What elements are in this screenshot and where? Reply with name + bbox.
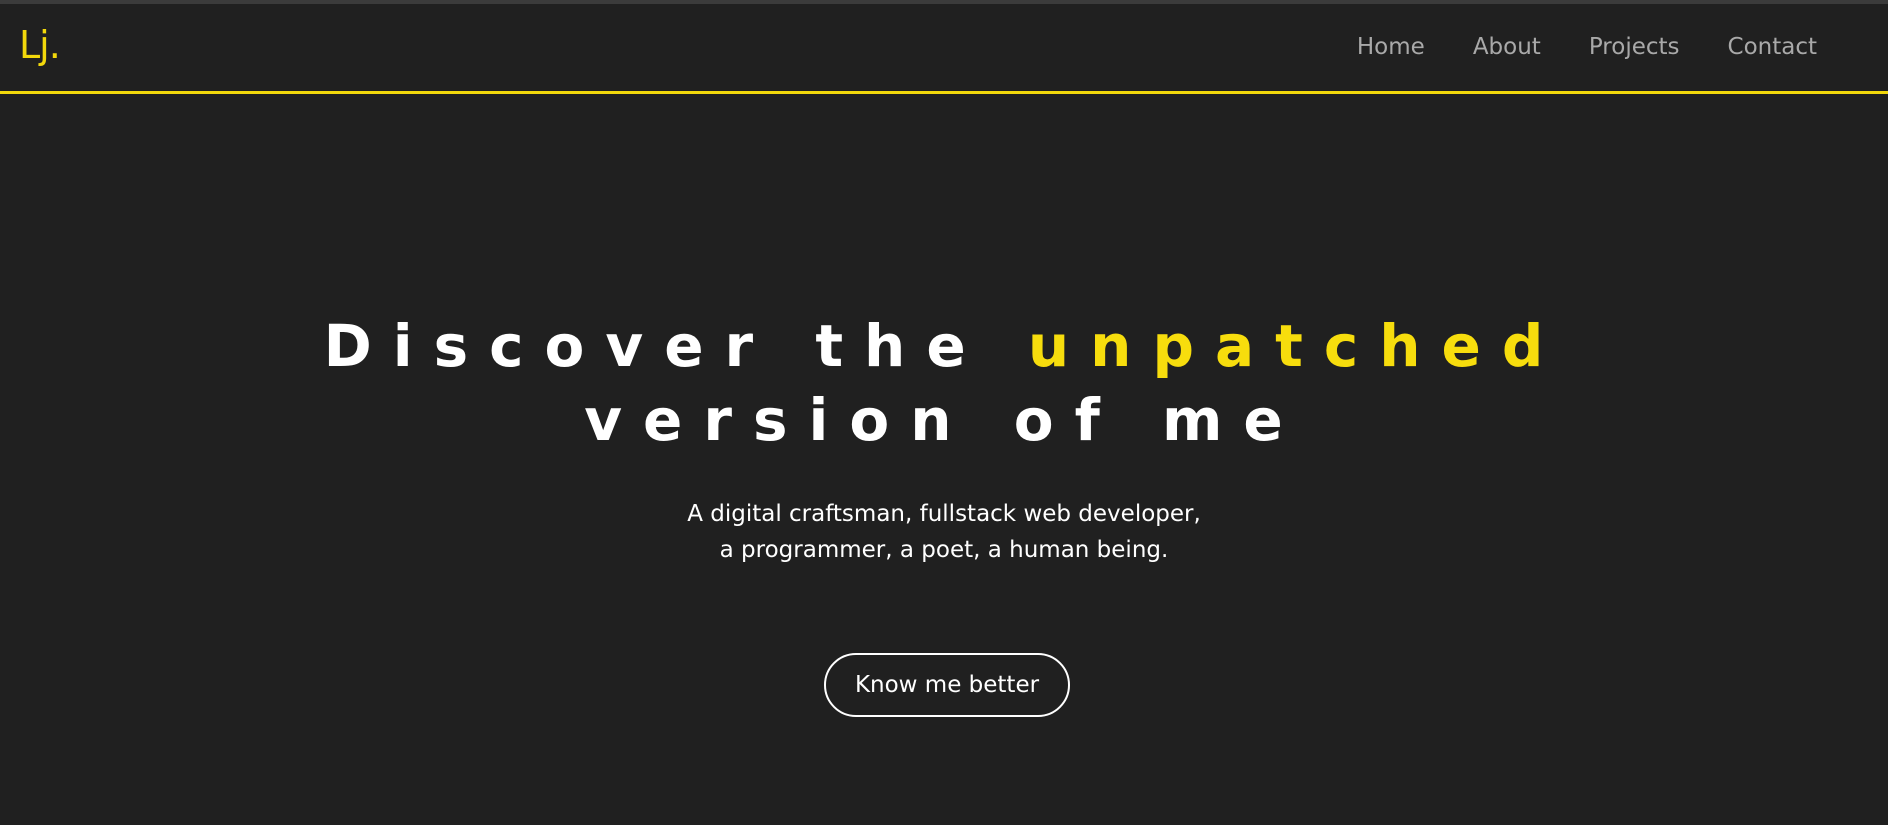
nav-link-home[interactable]: Home xyxy=(1357,32,1425,62)
headline-text-end: version of me xyxy=(584,386,1304,454)
nav-link-projects[interactable]: Projects xyxy=(1589,32,1680,62)
nav-link-contact[interactable]: Contact xyxy=(1728,32,1817,62)
site-logo[interactable]: Lj. xyxy=(19,22,61,68)
hero-subtitle: A digital craftsman, fullstack web devel… xyxy=(0,496,1888,568)
hero-headline: Discover the unpatched version of me xyxy=(0,309,1888,457)
subtitle-line-1: A digital craftsman, fullstack web devel… xyxy=(687,501,1201,527)
headline-accent-word: unpatched xyxy=(1027,312,1565,380)
nav-link-about[interactable]: About xyxy=(1473,32,1541,62)
know-me-better-button[interactable]: Know me better xyxy=(824,653,1070,717)
subtitle-line-2: a programmer, a poet, a human being. xyxy=(719,537,1169,563)
nav-links: Home About Projects Contact xyxy=(1357,32,1817,62)
headline-text-start: Discover the xyxy=(323,312,1028,380)
hero-section: Discover the unpatched version of me A di… xyxy=(0,94,1888,825)
navbar: Lj. Home About Projects Contact xyxy=(0,4,1888,94)
